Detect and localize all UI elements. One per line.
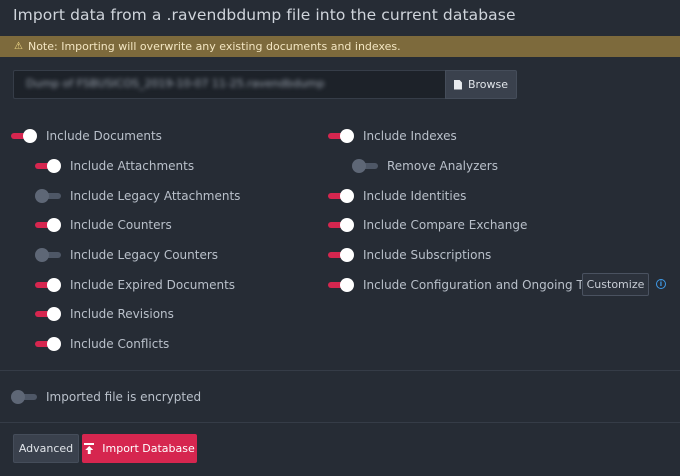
option-include-conflicts[interactable]: Include Conflicts (35, 336, 169, 352)
option-include-revisions[interactable]: Include Revisions (35, 306, 174, 322)
option-include-attachments[interactable]: Include Attachments (35, 158, 194, 174)
section-divider (0, 370, 680, 371)
option-label: Remove Analyzers (387, 159, 498, 173)
option-label: Imported file is encrypted (46, 390, 202, 404)
option-label: Include Documents (46, 129, 162, 143)
option-remove-analyzers[interactable]: Remove Analyzers (352, 158, 498, 174)
toggle-switch[interactable] (35, 218, 61, 232)
import-database-label: Import Database (102, 442, 195, 455)
import-database-button[interactable]: Import Database (82, 434, 197, 463)
option-include-identities[interactable]: Include Identities (328, 188, 466, 204)
browse-label: Browse (467, 78, 509, 91)
page-title: Import data from a .ravendbdump file int… (13, 6, 516, 24)
file-path-value: Dump of FSBUSICOS_2019-10-07 11-25.raven… (26, 77, 325, 90)
browse-button[interactable]: Browse (445, 70, 517, 99)
option-label: Include Configuration and Ongoing Tasks (363, 278, 609, 292)
toggle-switch[interactable] (352, 159, 378, 173)
toggle-switch[interactable] (35, 159, 61, 173)
upload-icon (84, 443, 95, 454)
toggle-switch[interactable] (11, 129, 37, 143)
toggle-switch[interactable] (35, 307, 61, 321)
toggle-switch[interactable] (35, 337, 61, 351)
toggle-switch[interactable] (328, 248, 354, 262)
info-icon[interactable]: i (656, 279, 666, 289)
advanced-button[interactable]: Advanced (13, 434, 79, 463)
file-path-input[interactable]: Dump of FSBUSICOS_2019-10-07 11-25.raven… (13, 70, 445, 99)
toggle-switch[interactable] (35, 248, 61, 262)
option-label: Include Conflicts (70, 337, 170, 351)
option-imported-file-encrypted[interactable]: Imported file is encrypted (11, 389, 201, 405)
option-label: Include Indexes (363, 129, 457, 143)
toggle-switch[interactable] (328, 189, 354, 203)
toggle-switch[interactable] (328, 218, 354, 232)
option-label: Include Legacy Attachments (70, 189, 241, 203)
option-label: Include Subscriptions (363, 248, 492, 262)
toggle-switch[interactable] (328, 278, 354, 292)
option-label: Include Legacy Counters (70, 248, 219, 262)
customize-button[interactable]: Customize (582, 273, 649, 296)
option-label: Include Counters (70, 218, 172, 232)
option-include-subscriptions[interactable]: Include Subscriptions (328, 247, 491, 263)
warning-text: Note: Importing will overwrite any exist… (27, 40, 401, 53)
toggle-switch[interactable] (35, 189, 61, 203)
toggle-switch[interactable] (11, 390, 37, 404)
option-label: Include Attachments (70, 159, 195, 173)
option-include-expired-documents[interactable]: Include Expired Documents (35, 277, 235, 293)
footer-divider (0, 422, 680, 423)
file-icon (453, 79, 462, 90)
option-label: Include Revisions (70, 307, 174, 321)
option-label: Include Compare Exchange (363, 218, 528, 232)
toggle-switch[interactable] (328, 129, 354, 143)
option-label: Include Expired Documents (70, 278, 236, 292)
option-include-documents[interactable]: Include Documents (11, 128, 162, 144)
option-label: Include Identities (363, 189, 467, 203)
option-include-configuration-ongoing-tasks[interactable]: Include Configuration and Ongoing Tasks (328, 277, 609, 293)
option-include-legacy-counters[interactable]: Include Legacy Counters (35, 247, 218, 263)
option-include-counters[interactable]: Include Counters (35, 217, 172, 233)
option-include-compare-exchange[interactable]: Include Compare Exchange (328, 217, 527, 233)
toggle-switch[interactable] (35, 278, 61, 292)
option-include-indexes[interactable]: Include Indexes (328, 128, 457, 144)
option-include-legacy-attachments[interactable]: Include Legacy Attachments (35, 188, 240, 204)
warning-triangle-icon: ⚠ (14, 41, 23, 52)
overwrite-warning-banner: ⚠ Note: Importing will overwrite any exi… (0, 36, 680, 57)
